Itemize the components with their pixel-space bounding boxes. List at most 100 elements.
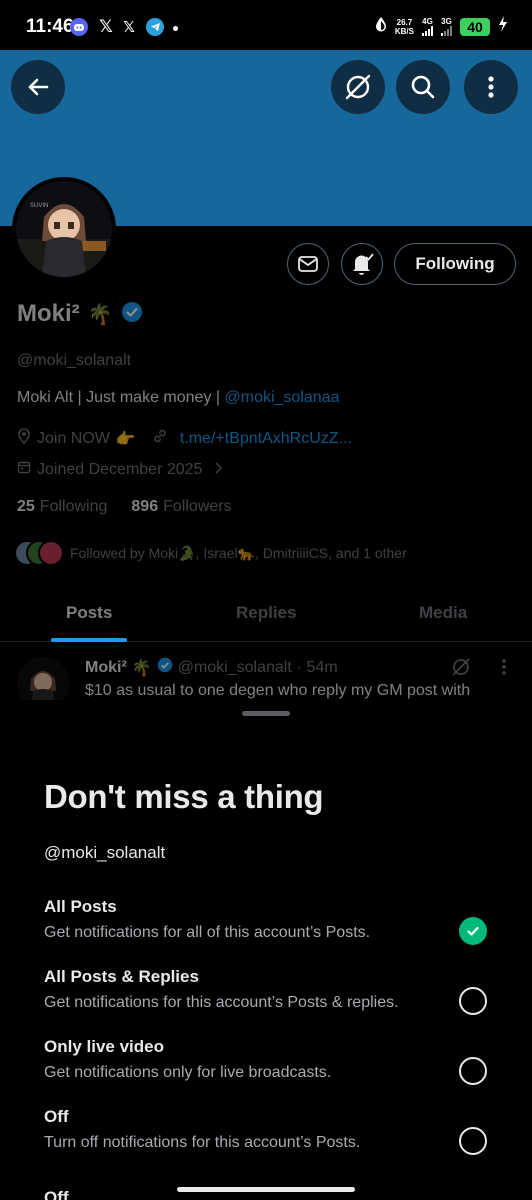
option-description: Turn off notifications for this account’…	[44, 1134, 361, 1151]
following-count: 25	[17, 498, 35, 515]
home-indicator[interactable]	[177, 1187, 355, 1192]
search-icon	[411, 75, 435, 99]
status-indicators: 26.7 KB/S 4G 3G 40	[375, 16, 508, 37]
option-off[interactable]: Off Turn off notifications for this acco…	[0, 1107, 532, 1169]
followed-by-row[interactable]: Followed by Moki🐊, Israel🐆, DmitriiiiCS,…	[14, 540, 407, 566]
arrow-left-icon	[28, 78, 49, 96]
tab-posts[interactable]: Posts	[66, 603, 112, 623]
network-speed-unit: KB/S	[394, 26, 414, 36]
follow-counts: 25 Following 896 Followers	[17, 498, 232, 516]
pointing-emoji: 👉	[115, 430, 136, 448]
radio-unselected-icon[interactable]	[459, 987, 487, 1015]
verified-badge-icon	[157, 657, 173, 678]
sheet-handle: @moki_solanalt	[44, 843, 166, 862]
post-text: $10 as usual to one degen who reply my G…	[85, 682, 471, 699]
telegram-icon	[146, 18, 164, 36]
radio-unselected-icon[interactable]	[459, 1127, 487, 1155]
more-options-button[interactable]	[464, 60, 518, 114]
profile-location: Join NOW	[37, 429, 110, 447]
sheet-next-item-partial: Off	[44, 1188, 69, 1200]
charging-icon	[498, 16, 508, 37]
bell-check-icon	[353, 253, 374, 275]
location-pin-icon	[17, 428, 31, 449]
followers-label: Followers	[163, 498, 232, 515]
profile-meta-row: Join NOW 👉 t.me/+tBpntAxhRcUzZ...	[17, 428, 352, 449]
x-icon: 𝕏	[122, 19, 136, 36]
option-all-posts-replies[interactable]: All Posts & Replies Get notifications fo…	[0, 967, 532, 1029]
post-author-name: Moki²	[85, 658, 127, 676]
option-only-live-video[interactable]: Only live video Get notifications only f…	[0, 1037, 532, 1099]
option-description: Get notifications only for live broadcas…	[44, 1064, 332, 1081]
option-title: All Posts & Replies	[44, 967, 199, 986]
signal-bars-icon	[441, 25, 452, 36]
more-vertical-icon[interactable]	[501, 658, 507, 681]
option-description: Get notifications for all of this accoun…	[44, 924, 371, 941]
chevron-right-icon	[214, 461, 223, 479]
bio-text: Moki Alt | Just make money |	[17, 389, 225, 406]
option-description: Get notifications for this account’s Pos…	[44, 994, 399, 1011]
network-speed: 26.7 KB/S	[395, 18, 414, 36]
sheet-drag-handle[interactable]	[242, 711, 290, 716]
signal-4g-label: 4G	[422, 16, 433, 26]
option-title: Only live video	[44, 1037, 164, 1056]
grok-icon[interactable]	[450, 656, 472, 683]
profile-bio: Moki Alt | Just make money | @moki_solan…	[17, 389, 339, 407]
signal-bars-icon	[422, 25, 433, 36]
signal-3g-label: 3G	[441, 16, 452, 26]
palm-tree-emoji: 🌴	[131, 659, 152, 677]
active-tab-indicator	[51, 638, 127, 642]
radio-unselected-icon[interactable]	[459, 1057, 487, 1085]
profile-website-link[interactable]: t.me/+tBpntAxhRcUzZ...	[180, 430, 352, 448]
battery-indicator: 40	[460, 17, 490, 36]
profile-name: Moki²	[17, 300, 80, 327]
sheet-title: Don't miss a thing	[44, 778, 324, 815]
bio-mention-link[interactable]: @moki_solanaa	[225, 389, 340, 406]
discord-icon	[70, 18, 88, 36]
x-icon: 𝕏	[99, 17, 113, 36]
followed-by-text: Followed by Moki🐊, Israel🐆, DmitriiiiCS,…	[70, 544, 407, 561]
following-button[interactable]: Following	[394, 243, 516, 285]
signal-4g: 4G	[422, 16, 433, 36]
profile-joined-row: Joined December 2025	[17, 460, 223, 479]
profile-avatar[interactable]: SUVIN	[12, 177, 116, 281]
calendar-icon	[17, 460, 31, 479]
option-all-posts[interactable]: All Posts Get notifications for all of t…	[0, 897, 532, 959]
profile-tabs: Posts Replies Media	[0, 586, 532, 642]
mail-icon	[298, 256, 318, 272]
notification-dot	[173, 26, 178, 31]
profile-handle: @moki_solanalt	[17, 352, 132, 369]
followers-count-link[interactable]: 896 Followers	[131, 498, 231, 516]
message-button[interactable]	[287, 243, 329, 285]
avatar-image: SUVIN	[16, 181, 112, 277]
follower-avatars	[14, 540, 64, 566]
following-count-link[interactable]: 25 Following	[17, 498, 107, 516]
profile-joined: Joined December 2025	[37, 460, 203, 478]
avatar	[38, 540, 64, 566]
palm-tree-emoji: 🌴	[87, 303, 113, 326]
status-time: 11:46	[26, 16, 74, 37]
post-time: · 54m	[296, 658, 338, 676]
more-vertical-icon	[488, 76, 494, 98]
svg-text:SUVIN: SUVIN	[30, 203, 48, 209]
network-speed-value: 26.7	[396, 17, 413, 27]
profile-name-row: Moki² 🌴	[17, 300, 143, 328]
water-drop-icon	[375, 16, 387, 37]
grok-icon	[345, 74, 371, 100]
back-button[interactable]	[11, 60, 65, 114]
grok-button[interactable]	[331, 60, 385, 114]
search-button[interactable]	[396, 60, 450, 114]
followers-count: 896	[131, 498, 159, 515]
tab-media[interactable]: Media	[419, 603, 467, 623]
option-title: All Posts	[44, 897, 117, 916]
signal-3g: 3G	[441, 16, 452, 36]
following-label: Following	[39, 498, 108, 515]
post-author-handle: @moki_solanalt	[177, 658, 292, 676]
radio-selected-icon[interactable]	[459, 917, 487, 945]
verified-badge-icon	[121, 301, 143, 328]
post-header: Moki² 🌴 @moki_solanalt · 54m	[85, 657, 338, 678]
tab-replies[interactable]: Replies	[236, 603, 296, 623]
notifications-toggle-button[interactable]	[341, 243, 383, 285]
link-icon	[152, 428, 168, 449]
option-title: Off	[44, 1107, 69, 1126]
status-bar: 11:46 𝕏 𝕏 26.7 KB/S 4G 3G 40	[0, 0, 532, 50]
